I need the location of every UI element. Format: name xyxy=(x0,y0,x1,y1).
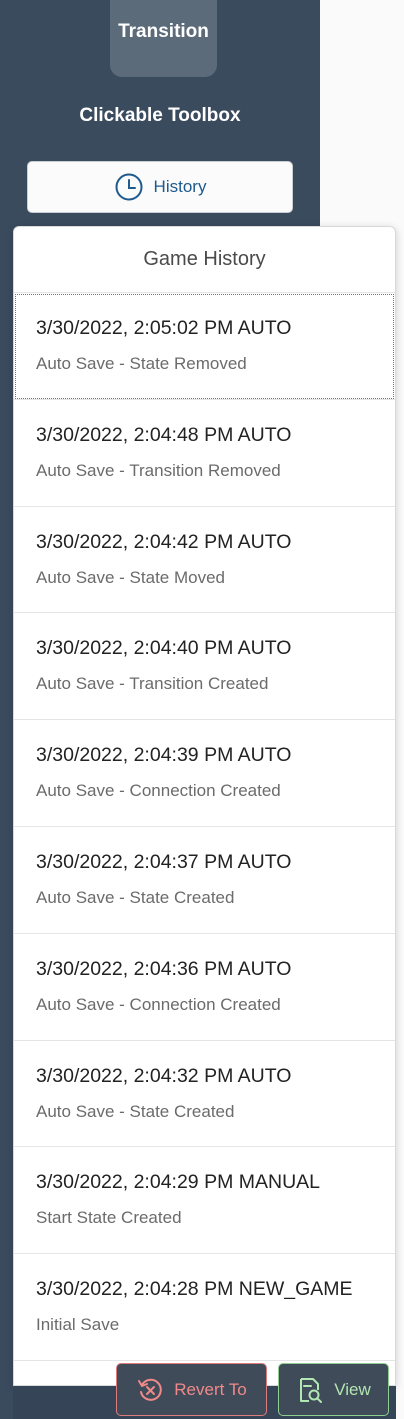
revert-to-button[interactable]: Revert To xyxy=(116,1363,267,1416)
history-item-title: 3/30/2022, 2:04:40 PM AUTO xyxy=(36,637,292,660)
history-button[interactable]: History xyxy=(27,161,293,213)
transition-tool-label: Transition xyxy=(118,20,209,42)
revert-to-label: Revert To xyxy=(174,1379,247,1399)
history-item-title: 3/30/2022, 2:04:42 PM AUTO xyxy=(36,530,292,553)
view-button[interactable]: View xyxy=(278,1363,389,1416)
history-item-title: 3/30/2022, 2:05:02 PM AUTO xyxy=(36,317,292,339)
revert-icon xyxy=(138,1378,162,1401)
history-item-title: 3/30/2022, 2:04:32 PM AUTO xyxy=(36,1064,292,1087)
history-item-subtitle: Auto Save - State Created xyxy=(36,1101,235,1121)
history-item[interactable]: 3/30/2022, 2:04:37 PM AUTO Auto Save - S… xyxy=(14,827,395,934)
history-list: 3/30/2022, 2:05:02 PM AUTO Auto Save - S… xyxy=(14,292,395,1361)
view-label: View xyxy=(334,1379,371,1399)
history-item-title: 3/30/2022, 2:04:39 PM AUTO xyxy=(36,744,292,767)
popover-title: Game History xyxy=(143,248,266,270)
history-item[interactable]: 3/30/2022, 2:04:28 PM NEW_GAME Initial S… xyxy=(14,1254,395,1361)
history-item[interactable]: 3/30/2022, 2:04:40 PM AUTO Auto Save - T… xyxy=(14,613,395,721)
history-item-subtitle: Auto Save - Connection Created xyxy=(36,994,281,1014)
document-search-icon xyxy=(300,1377,323,1403)
history-item[interactable]: 3/30/2022, 2:04:29 PM MANUAL Start State… xyxy=(14,1147,395,1255)
history-item-subtitle: Initial Save xyxy=(36,1315,120,1335)
history-item-title: 3/30/2022, 2:04:28 PM NEW_GAME xyxy=(36,1278,353,1301)
history-item[interactable]: 3/30/2022, 2:04:42 PM AUTO Auto Save - S… xyxy=(14,507,395,614)
clock-icon xyxy=(115,173,143,201)
history-item[interactable]: 3/30/2022, 2:04:32 PM AUTO Auto Save - S… xyxy=(14,1041,395,1148)
game-history-popover: Game History 3/30/2022, 2:05:02 PM AUTO … xyxy=(13,226,396,1386)
history-item-title: 3/30/2022, 2:04:29 PM MANUAL xyxy=(36,1171,320,1194)
history-item-subtitle: Auto Save - State Removed xyxy=(36,354,247,373)
history-item-title: 3/30/2022, 2:04:48 PM AUTO xyxy=(36,423,292,446)
history-item-subtitle: Auto Save - State Moved xyxy=(36,567,225,587)
toolbox-title: Clickable Toolbox xyxy=(79,105,241,126)
history-item-subtitle: Auto Save - Transition Removed xyxy=(36,460,281,480)
history-item-subtitle: Auto Save - State Created xyxy=(36,887,235,907)
history-item-title: 3/30/2022, 2:04:37 PM AUTO xyxy=(36,850,292,873)
history-item-subtitle: Auto Save - Connection Created xyxy=(36,781,281,801)
history-button-label: History xyxy=(153,177,207,196)
transition-tool[interactable]: Transition xyxy=(110,0,217,77)
history-item-subtitle: Start State Created xyxy=(36,1208,182,1228)
history-item-subtitle: Auto Save - Transition Created xyxy=(36,674,269,694)
history-item[interactable]: 3/30/2022, 2:04:48 PM AUTO Auto Save - T… xyxy=(14,400,395,507)
history-item[interactable]: 3/30/2022, 2:04:39 PM AUTO Auto Save - C… xyxy=(14,720,395,827)
history-item[interactable]: 3/30/2022, 2:05:02 PM AUTO Auto Save - S… xyxy=(14,293,395,400)
history-item[interactable]: 3/30/2022, 2:04:36 PM AUTO Auto Save - C… xyxy=(14,934,395,1041)
history-item-title: 3/30/2022, 2:04:36 PM AUTO xyxy=(36,957,292,980)
